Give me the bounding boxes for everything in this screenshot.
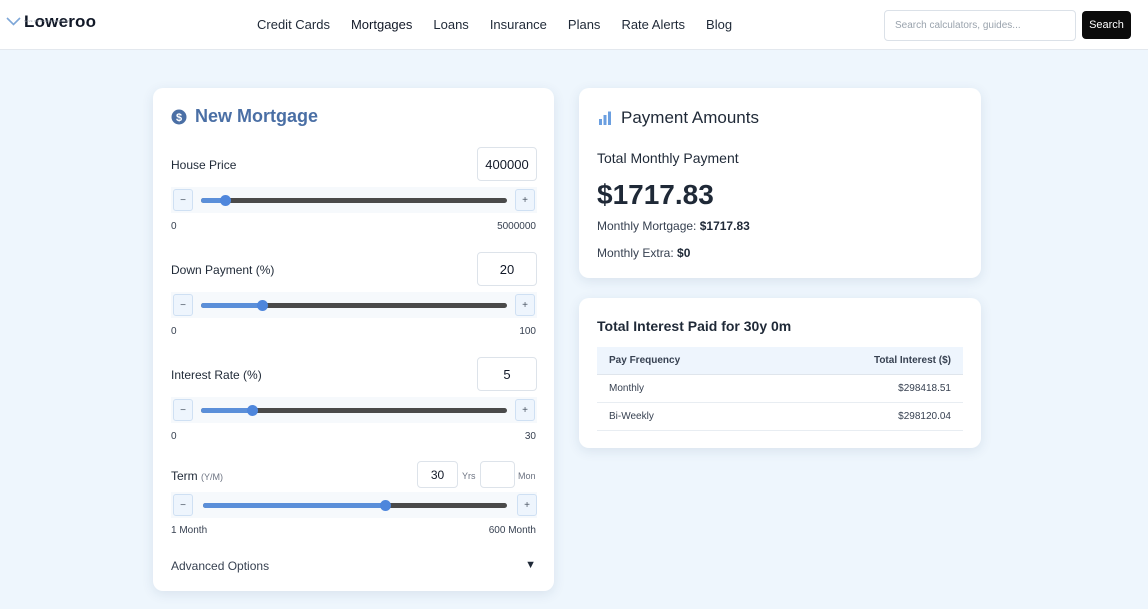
interest-rate-max: 30 [524,431,536,442]
term-max: 600 Month [488,525,536,536]
interest-rate-slider-fill [201,408,253,413]
term-label: Term (Y/M) [171,469,223,483]
bar-chart-icon [599,111,611,125]
down-payment-slider[interactable] [201,300,507,311]
nav-credit-cards[interactable]: Credit Cards [257,17,330,33]
dollar-circle-icon: $ [171,109,187,124]
down-payment-increment-button[interactable]: + [515,294,535,316]
down-payment-decrement-button[interactable]: − [173,294,193,316]
house-price-label: House Price [171,158,237,172]
down-payment-slider-thumb[interactable] [257,300,269,311]
house-price-slider-row: − + [171,187,537,213]
col-total-interest: Total Interest ($) [774,347,963,375]
monthly-extra-label: Monthly Extra: [597,246,674,260]
payment-amounts-card: Payment Amounts Total Monthly Payment $1… [579,88,981,278]
monthly-extra-value: $0 [677,246,691,260]
nav-blog[interactable]: Blog [706,17,732,33]
term-label-text: Term [171,469,198,483]
main-menu: Credit Cards Mortgages Loans Insurance P… [257,17,753,33]
down-payment-min: 0 [171,326,177,337]
interest-rate-increment-button[interactable]: + [515,399,535,421]
down-payment-input[interactable] [477,252,537,286]
caret-down-icon[interactable]: ▼ [525,559,536,571]
nav-rate-alerts[interactable]: Rate Alerts [621,17,685,33]
term-slider-row: − + [171,492,537,518]
house-price-slider[interactable] [201,195,507,206]
calculator-header: $ New Mortgage [171,106,318,127]
payment-title: Payment Amounts [621,108,759,127]
monthly-mortgage-value: $1717.83 [699,219,750,233]
interest-rate-slider-thumb[interactable] [247,405,259,416]
table-header-row: Pay Frequency Total Interest ($) [597,347,963,375]
total-interest-cell: $298418.51 [774,374,963,403]
house-price-input[interactable] [477,147,537,181]
interest-rate-label: Interest Rate (%) [171,368,262,382]
term-label-sub: (Y/M) [201,472,224,482]
term-decrement-button[interactable]: − [173,494,193,516]
table-row: Bi-Weekly $298120.04 [597,402,963,431]
house-price-min: 0 [171,221,177,232]
down-payment-max: 100 [519,326,536,337]
mortgage-calculator-card: $ New Mortgage House Price − + 0 5000000… [153,88,554,591]
term-increment-button[interactable]: + [517,494,537,516]
logo-tagline: SAVE ON EVERY PAYMENT [24,19,70,23]
top-navbar: Loweroo SAVE ON EVERY PAYMENT Credit Car… [0,0,1148,50]
nav-mortgages[interactable]: Mortgages [351,17,412,33]
house-price-decrement-button[interactable]: − [173,189,193,211]
calculator-title: New Mortgage [195,106,319,126]
col-pay-frequency: Pay Frequency [597,347,775,375]
term-slider-fill [203,503,386,508]
interest-table: Pay Frequency Total Interest ($) Monthly… [597,347,963,431]
interest-rate-slider[interactable] [201,405,507,416]
pay-frequency-cell: Monthly [597,374,775,403]
payment-header: Payment Amounts [597,108,759,128]
interest-rate-decrement-button[interactable]: − [173,399,193,421]
interest-rate-min: 0 [171,431,177,442]
nav-plans[interactable]: Plans [568,17,601,33]
term-months-unit: Mon [518,471,536,481]
advanced-options-toggle[interactable]: Advanced Options [171,559,269,573]
svg-text:$: $ [176,111,182,123]
house-price-slider-thumb[interactable] [220,195,232,206]
term-min: 1 Month [171,525,208,536]
search-button[interactable]: Search [1082,11,1131,39]
total-monthly-label: Total Monthly Payment [597,150,739,166]
down-payment-label: Down Payment (%) [171,263,275,277]
term-months-input[interactable] [480,461,515,488]
term-years-unit: Yrs [462,471,476,481]
pay-frequency-cell: Bi-Weekly [597,402,775,431]
term-slider-thumb[interactable] [380,500,392,511]
total-monthly-value: $1717.83 [597,179,714,210]
interest-rate-slider-row: − + [171,397,537,423]
down-payment-slider-row: − + [171,292,537,318]
table-row: Monthly $298418.51 [597,374,963,403]
total-interest-card: Total Interest Paid for 30y 0m Pay Frequ… [579,298,981,448]
total-interest-title: Total Interest Paid for 30y 0m [597,318,792,334]
term-years-input[interactable] [417,461,458,488]
nav-insurance[interactable]: Insurance [490,17,547,33]
logo-chevron-icon [6,17,21,26]
monthly-mortgage-line: Monthly Mortgage: $1717.83 [597,219,750,233]
monthly-mortgage-label: Monthly Mortgage: [597,219,697,233]
down-payment-slider-fill [201,303,263,308]
search-input[interactable] [884,10,1076,41]
term-slider[interactable] [203,500,507,511]
interest-rate-input[interactable] [477,357,537,391]
house-price-increment-button[interactable]: + [515,189,535,211]
monthly-extra-line: Monthly Extra: $0 [597,246,690,260]
total-interest-cell: $298120.04 [774,402,963,431]
house-price-max: 5000000 [497,221,536,232]
nav-loans[interactable]: Loans [433,17,468,33]
